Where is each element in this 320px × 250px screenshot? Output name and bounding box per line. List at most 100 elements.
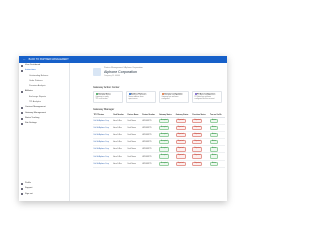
status-card-text: configured for this account	[194, 98, 215, 101]
sidebar-bottom-item[interactable]: Sign out	[19, 192, 69, 197]
table-cell: Rejected	[175, 124, 192, 133]
sidebar-item-label: View Dashboard	[25, 64, 41, 66]
table-cell: HPDB88775	[141, 152, 159, 161]
status-badge: Accepted	[159, 118, 170, 124]
table-cell: Rejected	[175, 131, 192, 140]
table-row[interactable]: Dell & Alphone Corp Acm-9-Nzs Deal Name HPD…	[93, 145, 225, 154]
table-cell: Rejected	[175, 160, 192, 168]
partner-link[interactable]: Dell & Alphone Corp	[94, 163, 109, 165]
nav-icon	[21, 117, 23, 120]
table-cell: Deal Name	[126, 138, 142, 147]
status-badge: Rejected	[192, 147, 203, 152]
cell-text: HPDB88775	[142, 162, 152, 165]
sidebar-bottom-nav: Profile Support Sign out	[19, 181, 69, 197]
partner-link[interactable]: Dell & Alphone Corp	[94, 134, 109, 136]
table-cell: Rejected	[191, 145, 210, 154]
table-cell: HPDB88775	[141, 160, 159, 168]
cell-text: Acm-9-Nzs	[113, 148, 122, 151]
cell-text: Deal Name	[127, 134, 136, 137]
nav-icon	[21, 182, 23, 185]
company-id: Company ID: 00000	[104, 75, 120, 77]
table-row[interactable]: Dell & Alphone Corp Acm-9-Nzs Deal Name HPD…	[93, 160, 225, 168]
back-arrow-icon[interactable]: ←	[23, 56, 26, 63]
nav-icon	[21, 122, 23, 125]
table-cell: Active	[209, 160, 225, 168]
table-row[interactable]: Dell & Alphone Corp Acm-9-Nzs Deal Name HPD…	[93, 131, 225, 140]
table-cell: Acm-9-Nzs	[112, 160, 127, 168]
table-cell: Active	[209, 138, 225, 147]
status-card[interactable]: Address FQ Issues Some address have open i…	[126, 91, 156, 103]
table-row[interactable]: Dell & Alphone Corp Acm-9-Nzs Deal Name HPD…	[93, 152, 225, 161]
breadcrumb[interactable]: Partner Management / Alphone Corporation	[104, 67, 143, 69]
partner-link[interactable]: Dell & Alphone Corp	[94, 156, 109, 158]
sidebar-item-label: Sign out	[25, 192, 33, 195]
status-badge: Rejected	[175, 126, 186, 131]
table-cell: Acm-9-Nzs	[112, 152, 127, 161]
table-cell: Accepted	[158, 138, 176, 147]
table-cell: Deal Name	[126, 124, 142, 133]
table-cell: Deal Name	[126, 152, 142, 161]
cell-text: HPDB88775	[142, 127, 152, 130]
status-card[interactable]: Gateway Configuration Gateway has not bee…	[159, 91, 189, 103]
sidebar-item[interactable]: Site Settings	[19, 121, 69, 126]
status-badge: Rejected	[192, 161, 203, 166]
nav-icon	[21, 91, 23, 94]
status-badge: Accepted	[159, 126, 170, 131]
table-cell: HPDB88775	[141, 131, 159, 140]
status-card[interactable]: Gateway Status Gateway is ready TPI is not…	[93, 91, 123, 103]
nav-icon	[21, 69, 23, 72]
status-badge: Rejected	[175, 154, 186, 159]
sidebar-item-label: Outstanding Balance	[29, 74, 49, 77]
table-row[interactable]: Dell & Alphone Corp Acm-9-Nzs Deal Name HPD…	[93, 124, 225, 133]
table-cell: Rejected	[191, 131, 210, 140]
sidebar-item-label: Gateway Management	[25, 111, 46, 114]
table-cell: Rejected	[175, 138, 192, 147]
sidebar-item-label: Profile	[25, 182, 31, 185]
cell-text: Deal Name	[127, 162, 136, 165]
partner-link[interactable]: Dell & Alphone Corp	[94, 148, 109, 150]
cell-text: Deal Name	[127, 148, 136, 151]
status-badge: Rejected	[175, 140, 186, 145]
status-badge: Rejected	[175, 118, 186, 124]
partner-link[interactable]: Dell & Alphone Corp	[94, 127, 109, 129]
company-header: Partner Management / Alphone Corporation…	[93, 67, 223, 82]
table-cell: HPDB88775	[141, 145, 159, 154]
status-card[interactable]: PO Auto Configuration PO Auto has not bee…	[192, 91, 222, 103]
sidebar-item-label: Instructions	[25, 69, 36, 72]
back-link[interactable]: BACK TO PARTNER MANAGEMENT	[29, 58, 69, 61]
table-cell: Rejected	[191, 152, 210, 161]
status-badge: Active	[209, 118, 219, 124]
status-badge: Rejected	[175, 161, 186, 166]
cell-text: Acm-9-Nzs	[113, 120, 122, 123]
table-body: Dell & Alphone Corp Acm-9-Nzs Deal Name HPD…	[93, 117, 225, 168]
table-cell: Deal Name	[126, 131, 142, 140]
table-cell: Accepted	[158, 145, 176, 154]
partner-link[interactable]: Dell & Alphone Corp	[94, 141, 109, 143]
table-cell: Dell & Alphone Corp	[93, 117, 113, 126]
table-cell: Acm-9-Nzs	[112, 138, 127, 147]
status-badge: Active	[209, 154, 219, 159]
cell-text: Deal Name	[127, 155, 136, 158]
partner-link[interactable]: Dell & Alphone Corp	[94, 120, 109, 122]
table-cell: HPDB88775	[141, 138, 159, 147]
gateway-action-center-title: Gateway Action Center	[93, 86, 120, 89]
table-cell: Dell & Alphone Corp	[93, 131, 113, 140]
table-cell: Dell & Alphone Corp	[93, 124, 113, 133]
top-bar[interactable]: ← BACK TO PARTNER MANAGEMENT	[19, 56, 227, 63]
table-cell: Rejected	[175, 152, 192, 161]
table-cell: Accepted	[158, 124, 176, 133]
cell-text: Deal Name	[127, 141, 136, 144]
table-cell: Rejected	[175, 145, 192, 154]
table-row[interactable]: Dell & Alphone Corp Acm-9-Nzs Deal Name HPD…	[93, 138, 225, 147]
status-badge: Rejected	[192, 154, 203, 159]
table-cell: Acm-9-Nzs	[112, 117, 127, 126]
cell-text: Acm-9-Nzs	[113, 162, 122, 165]
status-badge: Accepted	[159, 161, 170, 166]
table-row[interactable]: Dell & Alphone Corp Acm-9-Nzs Deal Name HPD…	[93, 117, 225, 126]
cell-text: Acm-9-Nzs	[113, 127, 122, 130]
status-badge: Rejected	[192, 126, 203, 131]
sidebar-item-label: Site Settings	[25, 122, 37, 125]
table-cell: Rejected	[191, 160, 210, 168]
cell-text: Deal Name	[127, 127, 136, 130]
sidebar-nav: View Dashboard Instructions Outstanding Ba…	[19, 63, 69, 127]
